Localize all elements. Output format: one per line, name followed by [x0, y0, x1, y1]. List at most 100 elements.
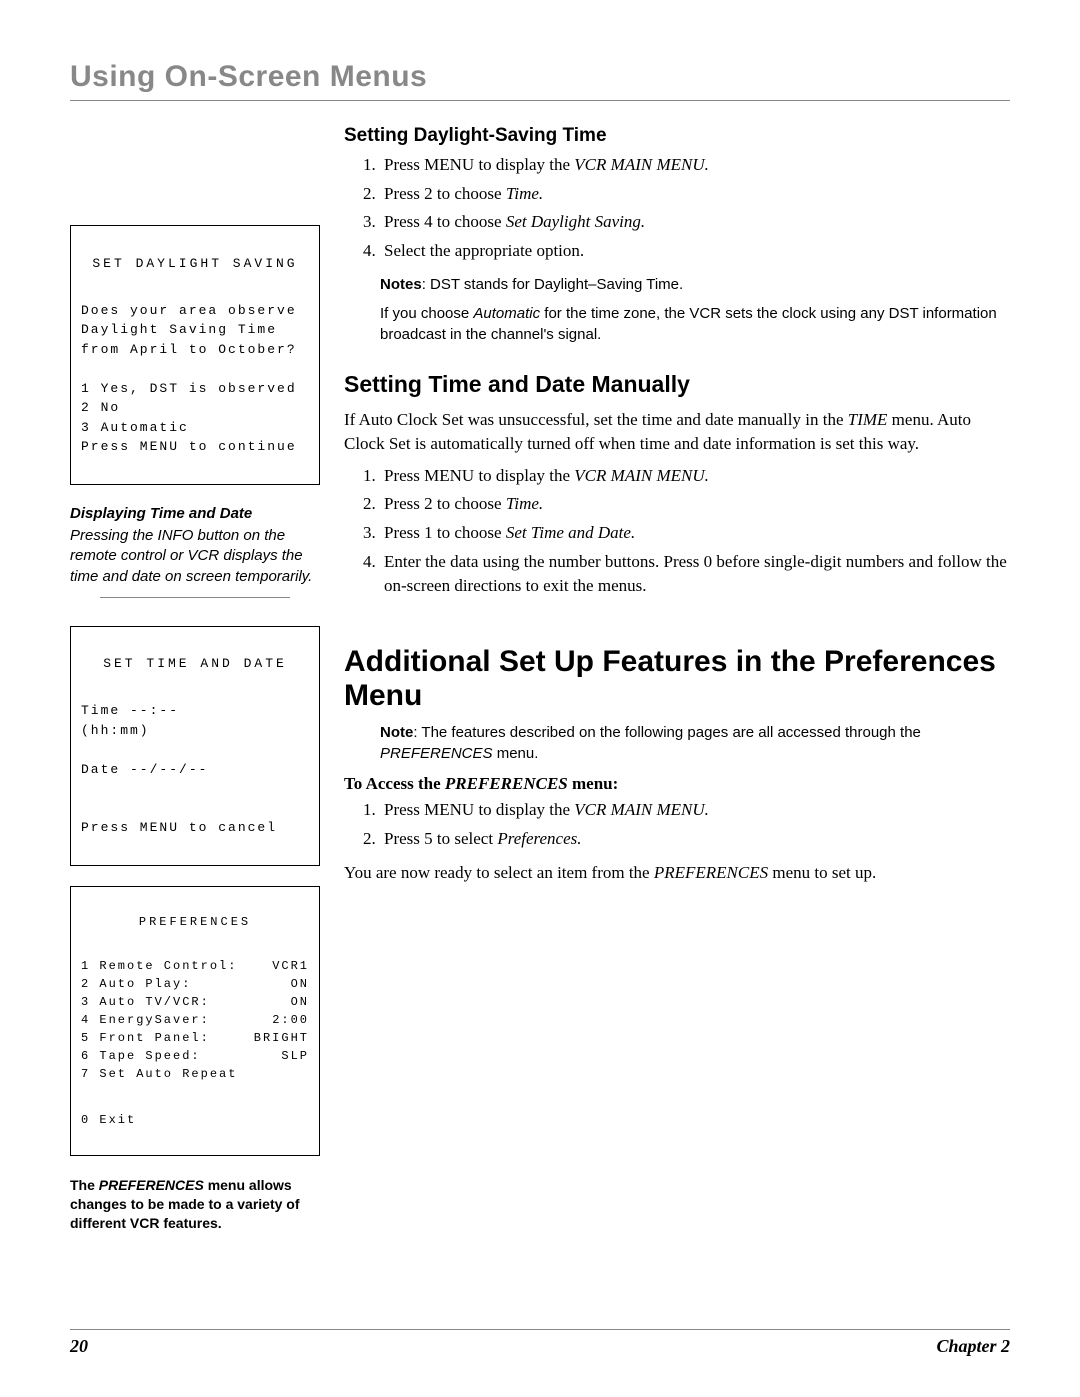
step-item: Press 5 to select Preferences. — [380, 827, 1010, 852]
osd-daylight-saving-box: SET DAYLIGHT SAVING Does your area obser… — [70, 225, 320, 485]
step-ital: Time. — [506, 494, 543, 513]
osd-pref-row: 7 Set Auto Repeat — [81, 1065, 309, 1083]
osd-pref-value: 2:00 — [272, 1011, 309, 1029]
step-pre: Press MENU to display the — [384, 466, 574, 485]
pref-note-block: Note: The features described on the foll… — [380, 722, 1010, 764]
osd-pref-label: 3 Auto TV/VCR: — [81, 993, 210, 1011]
page-footer: 20 Chapter 2 — [70, 1329, 1010, 1357]
sidebar-column: SET DAYLIGHT SAVING Does your area obser… — [70, 125, 320, 1233]
timedate-intro-a: If Auto Clock Set was unsuccessful, set … — [344, 410, 848, 429]
pref-steps-list: Press MENU to display the VCR MAIN MENU.… — [344, 798, 1010, 851]
step-pre: Press 1 to choose — [384, 523, 506, 542]
step-ital: VCR MAIN MENU. — [574, 800, 709, 819]
step-pre: Enter the data using the number buttons.… — [384, 552, 1007, 596]
osd-pref-row: 4 EnergySaver: 2:00 — [81, 1011, 309, 1029]
notes-label: Notes — [380, 276, 422, 293]
access-a: To Access the — [344, 774, 445, 793]
pref-caption-a: The — [70, 1177, 99, 1193]
osd-time-date-box: SET TIME AND DATE Time --:-- (hh:mm) Dat… — [70, 626, 320, 867]
osd-pref-exit: 0 Exit — [81, 1111, 309, 1129]
step-ital: Set Daylight Saving. — [506, 212, 645, 231]
osd-dst-body: Does your area observe Daylight Saving T… — [81, 301, 309, 457]
step-pre: Press MENU to display the — [384, 800, 574, 819]
osd-pref-label: 6 Tape Speed: — [81, 1047, 201, 1065]
step-pre: Press 5 to select — [384, 829, 497, 848]
step-item: Press 1 to choose Set Time and Date. — [380, 521, 1010, 546]
sidebar-display-text: Pressing the INFO button on the remote c… — [70, 526, 320, 587]
dst-steps-list: Press MENU to display the VCR MAIN MENU.… — [344, 153, 1010, 264]
timedate-intro: If Auto Clock Set was unsuccessful, set … — [344, 408, 1010, 456]
pref-note-label: Note — [380, 724, 413, 741]
timedate-steps-list: Press MENU to display the VCR MAIN MENU.… — [344, 464, 1010, 599]
osd-pref-label: 1 Remote Control: — [81, 957, 237, 975]
osd-pref-value: VCR1 — [272, 957, 309, 975]
osd-pref-label: 5 Front Panel: — [81, 1029, 210, 1047]
osd-pref-value: ON — [291, 975, 309, 993]
step-pre: Press 2 to choose — [384, 184, 506, 203]
access-ital: PREFERENCES — [445, 774, 568, 793]
step-ital: Preferences. — [497, 829, 581, 848]
access-b: menu: — [568, 774, 619, 793]
step-ital: Time. — [506, 184, 543, 203]
pref-note-ital: PREFERENCES — [380, 745, 493, 762]
step-pre: Press 2 to choose — [384, 494, 506, 513]
sidebar-display-heading: Displaying Time and Date — [70, 505, 320, 522]
osd-time-title: SET TIME AND DATE — [81, 654, 309, 674]
main-column: Setting Daylight-Saving Time Press MENU … — [344, 125, 1010, 1233]
pref-access-line: To Access the PREFERENCES menu: — [344, 774, 1010, 794]
step-item: Press 4 to choose Set Daylight Saving. — [380, 210, 1010, 235]
step-item: Press MENU to display the VCR MAIN MENU. — [380, 153, 1010, 178]
chapter-title: Using On-Screen Menus — [70, 60, 1010, 94]
sidebar-pref-caption: The PREFERENCES menu allows changes to b… — [70, 1176, 320, 1233]
step-ital: Set Time and Date. — [506, 523, 635, 542]
step-item: Press 2 to choose Time. — [380, 182, 1010, 207]
osd-dst-title: SET DAYLIGHT SAVING — [81, 254, 309, 274]
timedate-heading: Setting Time and Date Manually — [344, 371, 1010, 399]
osd-time-body: Time --:-- (hh:mm) Date --/--/-- Press M… — [81, 701, 309, 838]
page: Using On-Screen Menus SET DAYLIGHT SAVIN… — [0, 0, 1080, 1397]
pref-outro: You are now ready to select an item from… — [344, 861, 1010, 885]
dst-note-1: Notes: DST stands for Daylight–Saving Ti… — [380, 274, 1010, 295]
page-number: 20 — [70, 1336, 88, 1357]
pref-outro-a: You are now ready to select an item from… — [344, 863, 654, 882]
osd-pref-label: 7 Set Auto Repeat — [81, 1065, 237, 1083]
step-item: Enter the data using the number buttons.… — [380, 550, 1010, 599]
osd-pref-row: 3 Auto TV/VCR: ON — [81, 993, 309, 1011]
step-ital: VCR MAIN MENU. — [574, 466, 709, 485]
step-item: Press MENU to display the VCR MAIN MENU. — [380, 464, 1010, 489]
osd-pref-value: BRIGHT — [254, 1029, 309, 1047]
dst-note1-text: : DST stands for Daylight–Saving Time. — [422, 276, 684, 293]
osd-pref-label: 4 EnergySaver: — [81, 1011, 210, 1029]
two-column-layout: SET DAYLIGHT SAVING Does your area obser… — [70, 125, 1010, 1233]
sidebar-rule — [100, 597, 290, 598]
pref-note-a: : The features described on the followin… — [413, 724, 921, 741]
osd-pref-value: SLP — [281, 1047, 309, 1065]
pref-outro-ital: PREFERENCES — [654, 863, 768, 882]
step-item: Press 2 to choose Time. — [380, 492, 1010, 517]
dst-note-2: If you choose Automatic for the time zon… — [380, 303, 1010, 345]
osd-pref-row: 1 Remote Control: VCR1 — [81, 957, 309, 975]
step-pre: Select the appropriate option. — [384, 241, 584, 260]
osd-pref-row: 2 Auto Play:ON — [81, 975, 309, 993]
footer-chapter: Chapter 2 — [936, 1336, 1010, 1357]
dst-notes-block: Notes: DST stands for Daylight–Saving Ti… — [380, 274, 1010, 345]
osd-preferences-box: PREFERENCES 1 Remote Control: VCR12 Auto … — [70, 886, 320, 1156]
pref-heading: Additional Set Up Features in the Prefer… — [344, 645, 1010, 714]
timedate-intro-ital: TIME — [848, 410, 888, 429]
osd-pref-rows: 1 Remote Control: VCR12 Auto Play:ON3 Aut… — [81, 957, 309, 1083]
dst-note2-a: If you choose — [380, 305, 473, 322]
step-pre: Press 4 to choose — [384, 212, 506, 231]
step-pre: Press MENU to display the — [384, 155, 574, 174]
pref-caption-ital: PREFERENCES — [99, 1177, 204, 1193]
osd-pref-row: 5 Front Panel: BRIGHT — [81, 1029, 309, 1047]
osd-pref-value: ON — [291, 993, 309, 1011]
pref-note-b: menu. — [493, 745, 539, 762]
dst-note2-ital: Automatic — [473, 305, 540, 322]
step-item: Select the appropriate option. — [380, 239, 1010, 264]
osd-pref-row: 6 Tape Speed: SLP — [81, 1047, 309, 1065]
step-ital: VCR MAIN MENU. — [574, 155, 709, 174]
title-rule — [70, 100, 1010, 101]
pref-outro-b: menu to set up. — [768, 863, 876, 882]
dst-heading: Setting Daylight-Saving Time — [344, 125, 1010, 147]
osd-pref-title: PREFERENCES — [81, 913, 309, 931]
